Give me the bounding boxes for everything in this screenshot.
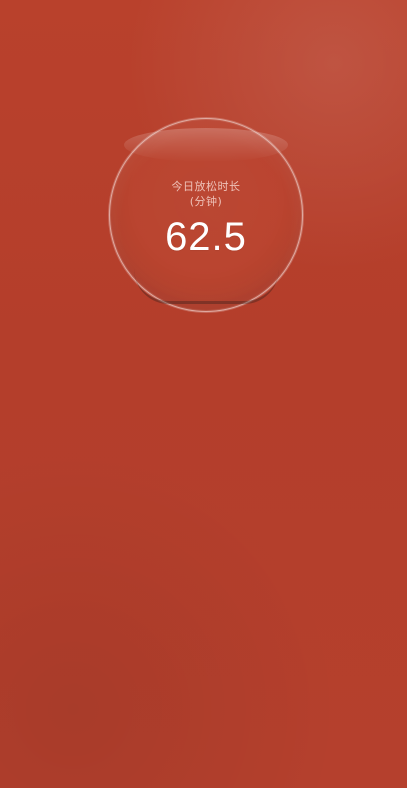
relax-unit: (分钟) — [189, 195, 223, 208]
app-screen: 今日放松时长 (分钟) 62.5 — [0, 0, 407, 788]
relax-title: 今日放松时长 — [171, 180, 241, 193]
relax-value: 62.5 — [165, 215, 247, 259]
relaxation-time-card: 今日放松时长 (分钟) 62.5 — [108, 117, 304, 313]
